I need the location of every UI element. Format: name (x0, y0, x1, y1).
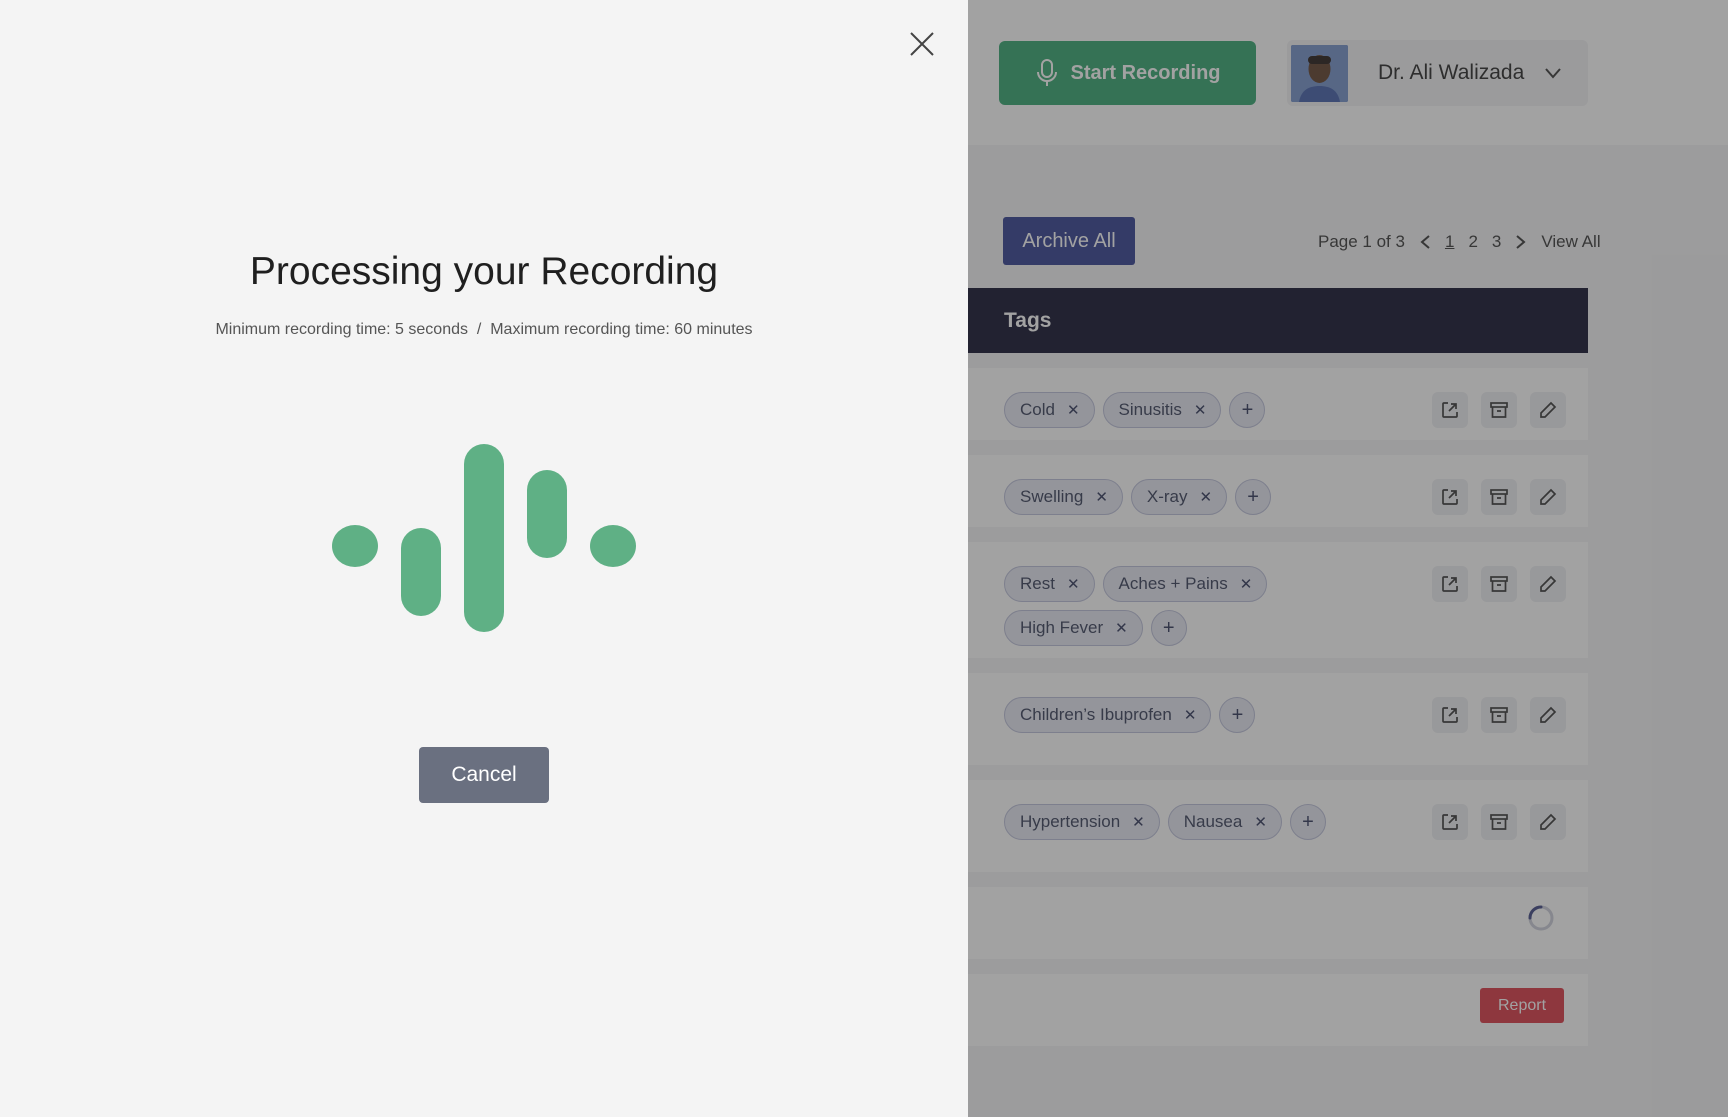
modal-title: Processing your Recording (249, 250, 719, 293)
audio-wave-icon (332, 444, 636, 632)
cancel-button[interactable]: Cancel (419, 747, 549, 803)
modal-subtitle: Minimum recording time: 5 seconds / Maxi… (215, 321, 753, 338)
processing-modal: Processing your Recording Minimum record… (0, 0, 968, 1117)
close-icon[interactable] (908, 30, 936, 58)
